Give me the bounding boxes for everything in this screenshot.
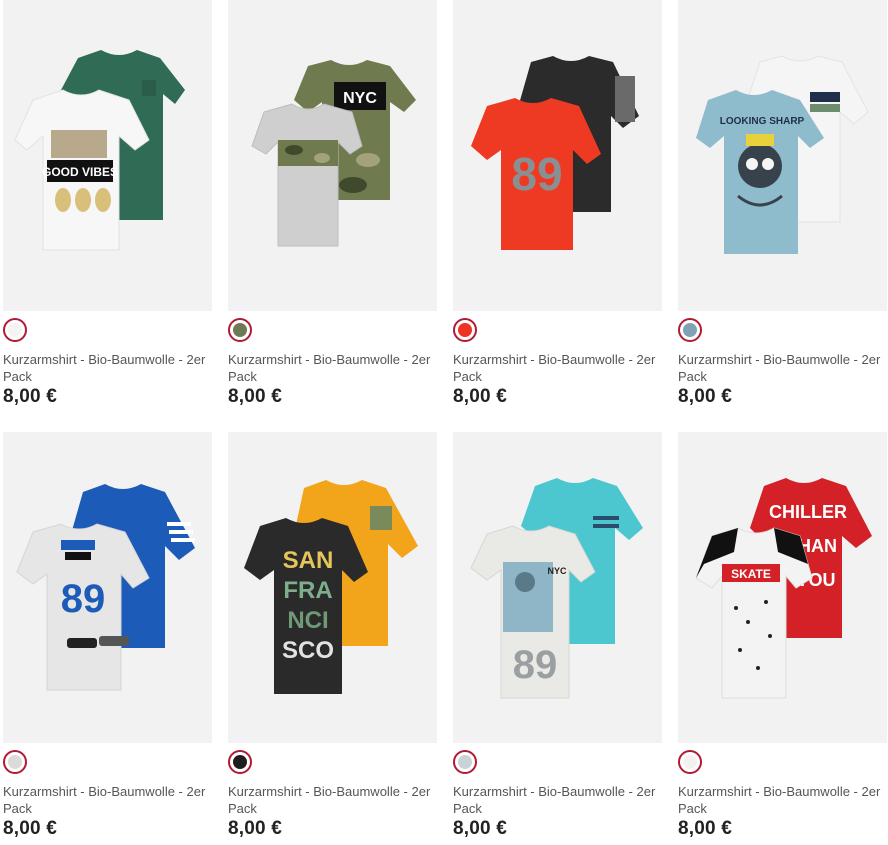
product-title[interactable]: Kurzarmshirt - Bio-Baumwolle - 2er Pack <box>453 351 665 385</box>
tshirt-2pack-speckled-red-icon: CHILLER THAN YOU SKATE <box>695 478 872 699</box>
product-image[interactable]: CHILLER THAN YOU SKATE <box>678 432 887 743</box>
product-title[interactable]: Kurzarmshirt - Bio-Baumwolle - 2er Pack <box>3 783 215 817</box>
product-image[interactable]: SAN FRA NCI SCO <box>228 432 437 743</box>
color-swatch-fill <box>8 755 22 769</box>
color-swatch-fill <box>233 323 247 337</box>
product-title[interactable]: Kurzarmshirt - Bio-Baumwolle - 2er Pack <box>228 351 440 385</box>
product-price: 8,00 € <box>3 386 58 407</box>
color-swatch-fill <box>8 323 22 337</box>
tshirt-2pack-camo-grey-icon: NYC <box>251 60 416 247</box>
svg-text:LOOKING SHARP: LOOKING SHARP <box>720 116 805 127</box>
color-swatch-fill <box>458 755 472 769</box>
product-price: 8,00 € <box>3 818 58 839</box>
product-image[interactable]: 89 <box>453 0 662 311</box>
svg-text:89: 89 <box>511 148 562 200</box>
tshirt-2pack-red-black-icon: 89 <box>471 56 639 250</box>
tshirt-2pack-white-green-icon: GOOD VIBES <box>14 50 185 251</box>
svg-text:89: 89 <box>61 577 106 621</box>
tshirt-2pack-grey-turquoise-icon: 89 NYC <box>470 478 643 699</box>
product-image[interactable]: LOOKING SHARP <box>678 0 887 311</box>
svg-text:SCO: SCO <box>282 637 334 664</box>
product-price: 8,00 € <box>453 818 508 839</box>
color-swatch-fill <box>683 755 697 769</box>
color-swatch[interactable] <box>678 750 702 774</box>
color-swatch[interactable] <box>3 750 27 774</box>
product-title[interactable]: Kurzarmshirt - Bio-Baumwolle - 2er Pack <box>678 351 888 385</box>
product-image[interactable]: NYC <box>228 0 437 311</box>
color-swatch[interactable] <box>228 750 252 774</box>
product-price: 8,00 € <box>678 386 733 407</box>
color-swatch[interactable] <box>678 318 702 342</box>
tshirt-2pack-grey-blue-icon: 89 <box>16 484 195 691</box>
product-image[interactable]: GOOD VIBES <box>3 0 212 311</box>
product-image[interactable]: 89 <box>3 432 212 743</box>
svg-text:NYC: NYC <box>547 566 567 576</box>
svg-text:SKATE: SKATE <box>731 567 771 581</box>
color-swatch-fill <box>233 755 247 769</box>
color-swatch[interactable] <box>3 318 27 342</box>
svg-text:GOOD VIBES: GOOD VIBES <box>42 165 118 179</box>
svg-text:SAN: SAN <box>283 547 334 574</box>
svg-text:NCI: NCI <box>287 607 328 634</box>
product-title[interactable]: Kurzarmshirt - Bio-Baumwolle - 2er Pack <box>453 783 665 817</box>
color-swatch[interactable] <box>453 750 477 774</box>
product-price: 8,00 € <box>453 386 508 407</box>
svg-text:CHILLER: CHILLER <box>769 502 847 522</box>
svg-text:NYC: NYC <box>343 90 377 107</box>
product-title[interactable]: Kurzarmshirt - Bio-Baumwolle - 2er Pack <box>678 783 888 817</box>
tshirt-2pack-black-yellow-icon: SAN FRA NCI SCO <box>244 480 418 694</box>
svg-text:89: 89 <box>513 643 558 687</box>
color-swatch[interactable] <box>453 318 477 342</box>
product-title[interactable]: Kurzarmshirt - Bio-Baumwolle - 2er Pack <box>3 351 215 385</box>
product-title[interactable]: Kurzarmshirt - Bio-Baumwolle - 2er Pack <box>228 783 440 817</box>
product-grid: GOOD VIBES Kurzarmshirt - Bio-Baumwolle … <box>0 0 888 845</box>
color-swatch[interactable] <box>228 318 252 342</box>
product-price: 8,00 € <box>228 818 283 839</box>
svg-text:FRA: FRA <box>283 577 332 604</box>
product-image[interactable]: 89 NYC <box>453 432 662 743</box>
color-swatch-fill <box>683 323 697 337</box>
product-price: 8,00 € <box>228 386 283 407</box>
product-price: 8,00 € <box>678 818 733 839</box>
color-swatch-fill <box>458 323 472 337</box>
tshirt-2pack-lightblue-white-icon: LOOKING SHARP <box>696 55 869 254</box>
